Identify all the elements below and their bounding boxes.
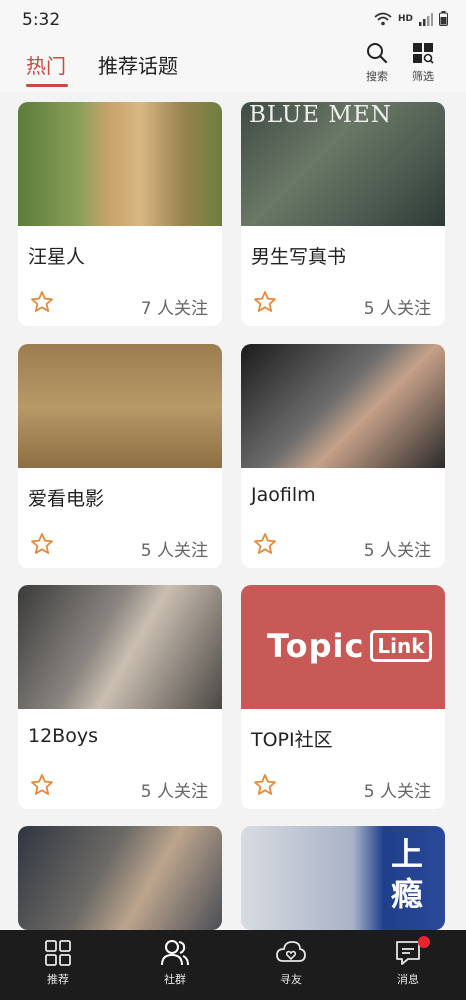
star-icon[interactable]	[253, 532, 277, 556]
topic-card-12boys[interactable]: 12Boys 5 人关注	[18, 585, 222, 809]
tabbar-item-messages[interactable]: 消息	[378, 936, 438, 987]
network-hd-label: HD	[397, 13, 413, 24]
card-follow-count: 5 人关注	[363, 299, 431, 319]
status-bar: 5:32 HD	[0, 0, 466, 40]
status-time: 5:32	[22, 10, 61, 30]
card-image	[18, 585, 222, 709]
topic-card-photo-book[interactable]: BLUE MEN 男生写真书 5 人关注	[241, 102, 445, 326]
unread-badge	[418, 936, 430, 948]
bottom-tab-bar: 推荐 社群 寻友 消息	[0, 930, 466, 1000]
topic-card-topi-community[interactable]: Topic Link TOPI社区 5 人关注	[241, 585, 445, 809]
tabbar-label: 寻友	[280, 973, 302, 986]
topic-logo-badge: Link	[370, 630, 432, 662]
card-image: BLUE MEN	[241, 102, 445, 226]
tabbar-label: 社群	[164, 973, 186, 986]
card-image-text: 上瘾	[391, 835, 424, 913]
wifi-icon	[374, 12, 392, 25]
topic-card-partial-left[interactable]	[18, 826, 222, 930]
filter-button[interactable]: 筛选	[403, 42, 443, 84]
signal-icon	[419, 12, 433, 26]
card-title: 男生写真书	[251, 246, 347, 268]
card-image-text: BLUE MEN	[249, 102, 392, 128]
tab-hot[interactable]: 热门	[26, 50, 66, 79]
card-follow-count: 5 人关注	[140, 782, 208, 802]
topic-card-partial-right[interactable]: 上瘾	[241, 826, 445, 930]
card-title: 汪星人	[28, 246, 86, 268]
topic-logo-word: Topic	[267, 627, 365, 665]
card-image	[18, 826, 222, 930]
topic-card-movies[interactable]: 爱看电影 5 人关注	[18, 344, 222, 568]
grid-icon	[45, 940, 71, 966]
card-image	[18, 102, 222, 226]
card-title: Jaofilm	[251, 484, 316, 506]
tabbar-label: 消息	[397, 973, 419, 986]
topic-card-dogs[interactable]: 汪星人 7 人关注	[18, 102, 222, 326]
card-image	[241, 344, 445, 468]
tabbar-label: 推荐	[47, 973, 69, 986]
search-button[interactable]: 搜索	[357, 42, 397, 84]
card-title: 爱看电影	[28, 488, 105, 510]
star-icon[interactable]	[30, 290, 54, 314]
card-image	[18, 344, 222, 468]
top-header: 热门 推荐话题 搜索 筛选	[0, 40, 466, 92]
star-icon[interactable]	[30, 773, 54, 797]
card-follow-count: 5 人关注	[140, 541, 208, 561]
filter-icon	[413, 43, 434, 64]
star-icon[interactable]	[30, 532, 54, 556]
card-title: 12Boys	[28, 725, 98, 747]
status-icons: HD	[374, 11, 448, 26]
card-title: TOPI社区	[251, 729, 333, 751]
tab-recommended-topics[interactable]: 推荐话题	[98, 50, 178, 79]
star-icon[interactable]	[253, 290, 277, 314]
tabbar-item-recommend[interactable]: 推荐	[28, 939, 88, 987]
card-follow-count: 7 人关注	[140, 299, 208, 319]
find-friends-icon	[276, 941, 306, 962]
topic-link-logo: Topic Link	[267, 627, 432, 665]
card-image: Topic Link	[241, 585, 445, 709]
card-follow-count: 5 人关注	[363, 782, 431, 802]
card-image: 上瘾	[241, 826, 445, 930]
filter-label: 筛选	[412, 70, 434, 83]
card-follow-count: 5 人关注	[363, 541, 431, 561]
star-icon[interactable]	[253, 773, 277, 797]
battery-icon	[439, 11, 448, 26]
search-icon	[367, 43, 388, 64]
tabbar-item-find-friends[interactable]: 寻友	[261, 939, 321, 987]
community-icon	[161, 940, 189, 966]
active-tab-indicator	[26, 84, 68, 87]
topic-card-jaofilm[interactable]: Jaofilm 5 人关注	[241, 344, 445, 568]
tabbar-item-community[interactable]: 社群	[145, 939, 205, 987]
search-label: 搜索	[366, 70, 388, 83]
